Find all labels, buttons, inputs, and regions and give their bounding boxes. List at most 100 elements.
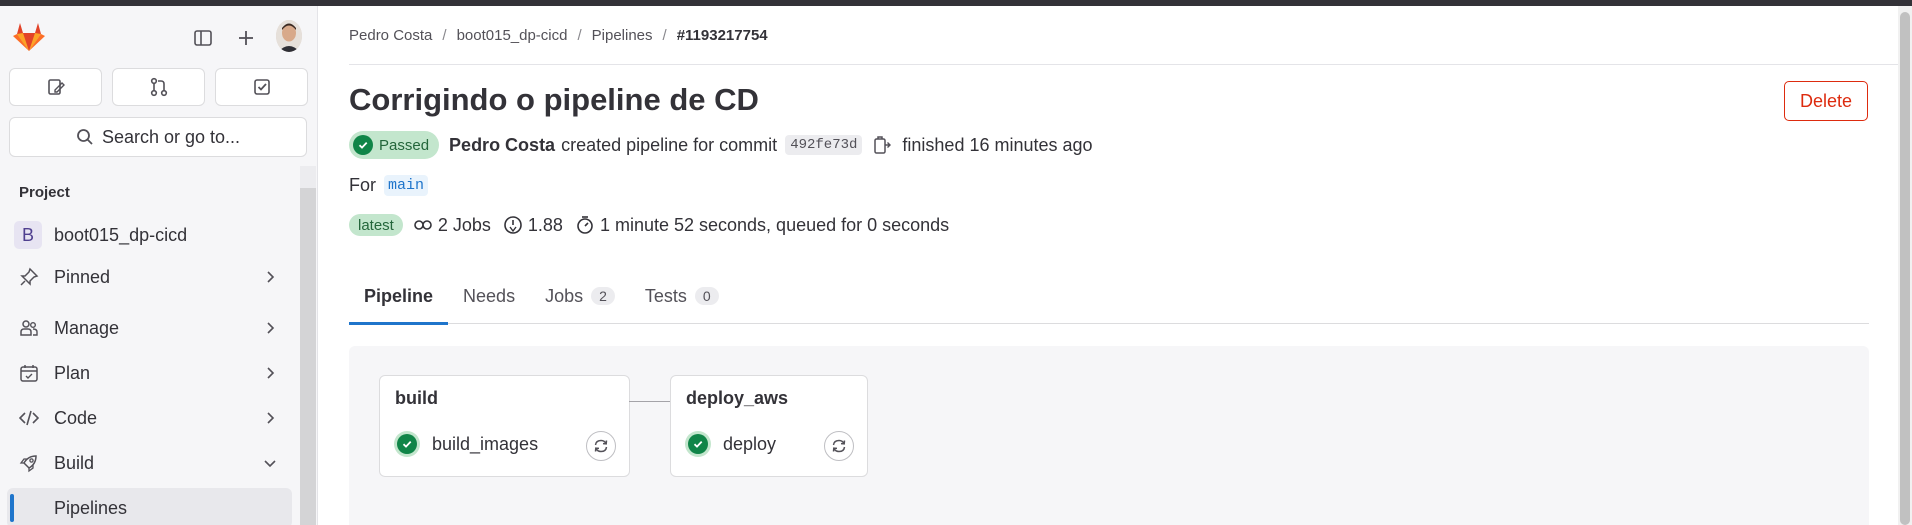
- duration-stat: 1 minute 52 seconds, queued for 0 second…: [575, 215, 949, 236]
- sidebar-item-label: Pipelines: [54, 497, 128, 518]
- sidebar-item-manage[interactable]: Manage: [0, 308, 298, 348]
- merge-request-icon: [150, 77, 167, 97]
- sidebar-item-label: Manage: [54, 317, 120, 338]
- job-name: deploy: [723, 433, 777, 454]
- issues-icon: [47, 79, 65, 95]
- stage-title: build: [395, 388, 438, 408]
- breadcrumb-separator: /: [442, 26, 447, 44]
- search-button[interactable]: Search or go to...: [9, 117, 307, 157]
- todo-list-button[interactable]: [215, 68, 308, 106]
- assigned-issues-button[interactable]: [9, 68, 102, 106]
- breadcrumb-item-project[interactable]: boot015_dp-cicd: [457, 27, 568, 44]
- chevron-right-icon: [262, 365, 278, 381]
- plus-icon: [239, 31, 253, 45]
- delete-button[interactable]: Delete: [1784, 81, 1868, 121]
- page-scrollbar-thumb[interactable]: [1900, 12, 1910, 525]
- pipeline-graph: build build_images deploy_aws deploy: [349, 346, 1869, 525]
- sidebar-item-label: Build: [54, 452, 95, 473]
- sidebar-item-build[interactable]: Build: [0, 443, 298, 483]
- pipeline-meta: Passed Pedro Costa created pipeline for …: [349, 130, 1093, 160]
- latest-badge: latest: [349, 214, 403, 236]
- job-build-images[interactable]: build_images: [394, 428, 538, 460]
- tab-jobs[interactable]: Jobs 2: [530, 268, 630, 324]
- sidebar-item-label: Plan: [54, 362, 91, 383]
- sidebar-item-label: Pinned: [54, 266, 111, 287]
- pin-icon: [18, 266, 40, 288]
- sidebar-scrollbar-top[interactable]: [300, 166, 316, 188]
- status-badge[interactable]: Passed: [349, 131, 440, 159]
- sidebar: Search or go to... Project B boot015_dp-…: [0, 6, 318, 525]
- compute-value: 1.88: [527, 214, 563, 235]
- sidebar-nav: Project B boot015_dp-cicd Pinned Manage …: [0, 166, 298, 525]
- search-label: Search or go to...: [101, 126, 241, 147]
- sidebar-item-label: Code: [54, 407, 98, 428]
- calendar-icon: [18, 362, 40, 384]
- pipeline-tabs: Pipeline Needs Jobs 2 Tests 0: [349, 268, 1869, 325]
- breadcrumb-item-pipelines[interactable]: Pipelines: [592, 27, 653, 44]
- sidebar-item-project[interactable]: B boot015_dp-cicd: [0, 215, 298, 255]
- merge-requests-button[interactable]: [112, 68, 205, 106]
- breadcrumb-item-user[interactable]: Pedro Costa: [349, 27, 432, 44]
- status-label: Passed: [379, 136, 430, 154]
- success-status-icon: [685, 431, 711, 457]
- pipeline-stats: latest 2 Jobs 1.88 1 minute 52 seconds, …: [349, 212, 961, 238]
- rocket-icon: [18, 452, 40, 474]
- project-avatar: B: [14, 221, 42, 249]
- tab-label: Needs: [463, 285, 516, 306]
- author-link[interactable]: Pedro Costa: [449, 135, 555, 156]
- stage-build: build build_images: [379, 375, 630, 477]
- commit-sha[interactable]: 492fe73d: [785, 135, 863, 155]
- breadcrumb-separator: /: [577, 26, 582, 44]
- chevron-down-icon: [262, 455, 278, 471]
- chevron-right-icon: [262, 410, 278, 426]
- sidebar-item-pinned[interactable]: Pinned: [0, 257, 298, 297]
- job-deploy[interactable]: deploy: [685, 428, 776, 460]
- jobs-count: 2 Jobs: [437, 214, 491, 235]
- tab-label: Tests: [644, 285, 687, 306]
- tab-label: Pipeline: [364, 285, 434, 306]
- job-name: build_images: [432, 433, 539, 454]
- search-icon: [77, 129, 93, 145]
- code-icon: [18, 407, 40, 429]
- for-label: For: [349, 175, 376, 195]
- retry-job-button[interactable]: [586, 431, 616, 461]
- finished-text: finished 16 minutes ago: [902, 134, 1093, 155]
- tab-needs[interactable]: Needs: [448, 268, 530, 324]
- users-icon: [18, 317, 40, 339]
- check-circle-icon: [353, 135, 373, 155]
- main-content: Pedro Costa / boot015_dp-cicd / Pipeline…: [319, 6, 1909, 525]
- stage-deploy-aws: deploy_aws deploy: [670, 375, 868, 477]
- compute-stat: 1.88: [503, 215, 563, 236]
- branch-link[interactable]: main: [384, 175, 429, 196]
- gauge-icon: [504, 216, 522, 234]
- tab-tests[interactable]: Tests 0: [630, 268, 734, 324]
- sidebar-item-plan[interactable]: Plan: [0, 353, 298, 393]
- success-status-icon: [394, 431, 420, 457]
- chevron-right-icon: [262, 320, 278, 336]
- sidebar-icon: [194, 30, 212, 46]
- create-new-button[interactable]: [232, 24, 260, 52]
- duration-text: 1 minute 52 seconds, queued for 0 second…: [599, 214, 950, 235]
- created-text: created pipeline for commit: [561, 134, 778, 155]
- breadcrumb: Pedro Costa / boot015_dp-cicd / Pipeline…: [349, 6, 1909, 65]
- retry-job-button[interactable]: [824, 431, 854, 461]
- sidebar-scrollbar[interactable]: [300, 172, 316, 525]
- sidebar-header: [0, 6, 318, 62]
- sidebar-item-code[interactable]: Code: [0, 398, 298, 438]
- tab-pipeline[interactable]: Pipeline: [349, 268, 449, 325]
- retry-icon: [832, 439, 846, 453]
- sidebar-quick-actions: [9, 68, 308, 106]
- breadcrumb-item-current[interactable]: #1193217754: [677, 27, 768, 44]
- sidebar-item-label: boot015_dp-cicd: [54, 224, 188, 245]
- retry-icon: [594, 439, 608, 453]
- copy-icon[interactable]: [872, 134, 892, 156]
- sidebar-item-pipelines[interactable]: Pipelines: [7, 488, 292, 525]
- tab-label: Jobs: [545, 285, 584, 306]
- gitlab-logo-icon[interactable]: [12, 20, 46, 52]
- toggle-sidebar-button[interactable]: [189, 24, 217, 52]
- jobs-stat: 2 Jobs: [413, 215, 491, 236]
- todo-icon: [253, 79, 270, 95]
- sidebar-section-heading: Project: [19, 184, 70, 201]
- tab-count-badge: 0: [694, 287, 719, 305]
- user-avatar[interactable]: [276, 20, 302, 52]
